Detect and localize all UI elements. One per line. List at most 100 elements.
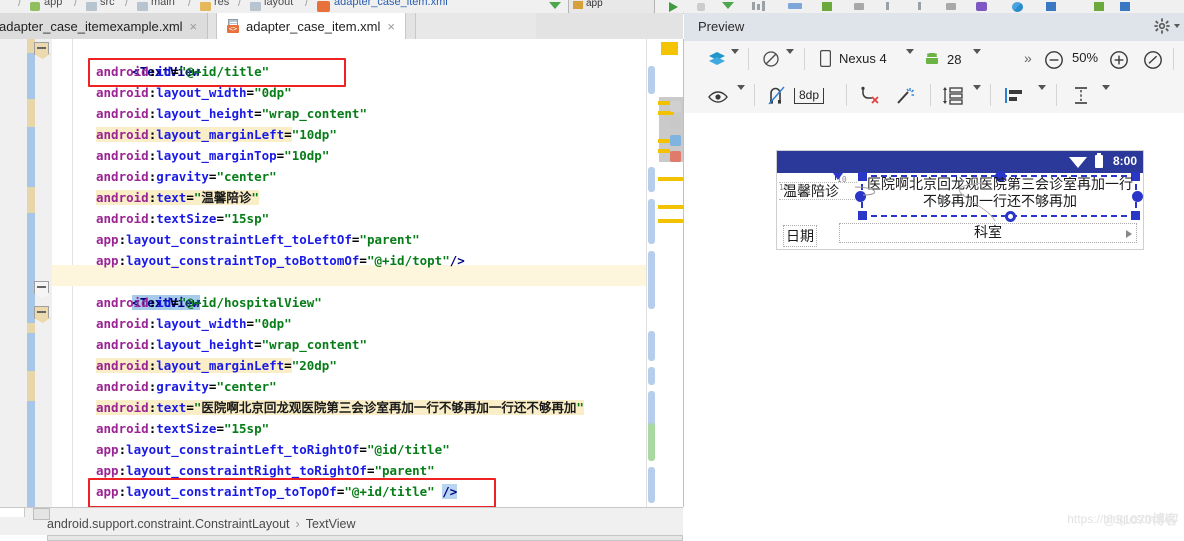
guidelines-button[interactable] [1072,83,1090,107]
error-stripe[interactable] [646,39,683,507]
show-constraints-button[interactable] [708,85,728,109]
widget-dept[interactable]: 科室 [839,223,1137,243]
code-token-value: @+id/title [351,484,428,499]
autoconnect-button[interactable] [768,83,785,107]
breadcrumb-res[interactable]: res [214,0,229,8]
show-constraints-caret-icon[interactable] [737,85,745,90]
code-token-value: 医院啊北京回龙观医院第三会诊室再加一行不够再加一行还不够再加 [201,400,577,415]
orientation-button[interactable] [762,47,780,71]
clear-constraints-icon [861,86,879,104]
clear-constraints-button[interactable] [860,83,880,107]
align-caret-icon[interactable] [1038,85,1046,90]
code-line: android:layout_marginLeft="10dp" [96,127,337,142]
inspection-icon-2[interactable] [670,117,681,128]
code-token-attr: layout_constraintTop_toTopOf [126,484,337,499]
code-fold-toggle[interactable] [34,281,49,296]
sdk-manager-icon[interactable] [1094,2,1104,11]
sync-gradle-icon[interactable] [822,2,832,11]
inspection-icon-3[interactable] [670,135,681,146]
toolbar-overflow-icon[interactable]: » [1024,50,1032,66]
preview-canvas[interactable]: 8:00 10 10 温馨陪诊 医院啊北京回龙观医院第三会诊室再加一行 不够再加… [684,113,1184,540]
zoom-out-button[interactable] [1044,48,1064,72]
profile-icon[interactable] [752,2,755,10]
layout-inspector-icon[interactable] [946,3,956,10]
code-fold-toggle[interactable] [34,42,49,57]
widget-title[interactable]: 温馨陪诊 [783,181,839,201]
align-button[interactable] [1004,83,1026,107]
breadcrumb-src[interactable]: src [100,0,115,8]
run-config-label: app [586,0,603,9]
breadcrumb-app[interactable]: app [44,0,62,8]
breadcrumb-sep: / [188,0,192,9]
sdk-icon[interactable] [918,2,921,10]
pack-caret-icon[interactable] [973,85,981,90]
apply-changes-icon[interactable] [697,3,705,11]
default-margin-button[interactable]: 8dp [794,84,825,108]
resize-handle-br[interactable] [1131,211,1140,220]
code-token-value: parent [366,232,413,247]
widget-date[interactable]: 日期 [783,225,817,247]
run-configuration-selector[interactable]: app [568,0,655,13]
breadcrumb-textview[interactable]: TextView [306,517,356,531]
zoom-in-button[interactable] [1109,48,1129,72]
tab-adapter-case-itemexample[interactable]: adapter_case_itemexample.xml × [0,13,209,39]
pack-button[interactable] [942,83,964,107]
run-icon[interactable] [669,2,678,12]
debug-icon[interactable] [722,2,734,9]
zoom-fit-button[interactable] [1143,48,1163,72]
editor-breadcrumb-bar: android.support.constraint.ConstraintLay… [0,507,683,541]
widget-hospitalview[interactable]: 医院啊北京回龙观医院第三会诊室再加一行 不够再加一行还不够再加 [865,177,1135,211]
code-token-attr: text [156,400,187,415]
device-render[interactable]: 8:00 10 10 温馨陪诊 医院啊北京回龙观医院第三会诊室再加一行 不够再加… [776,150,1144,250]
code-line: android:id="@+id/hospitalView" [96,295,322,310]
inspection-icon[interactable] [670,101,681,112]
gear-icon[interactable] [1154,18,1170,37]
code-line: android:layout_height="wrap_content" [96,106,367,121]
design-mode-button[interactable] [708,47,726,71]
code-token-attr: text [156,190,187,205]
device-clock: 8:00 [1112,154,1137,168]
guidelines-caret-icon[interactable] [1102,85,1110,90]
widget-hospitalview-line1: 医院啊北京回龙观医院第三会诊室再加一行 [867,177,1133,193]
breadcrumb-main[interactable]: main [151,0,175,8]
code-line-selected: <TextView [72,271,200,310]
horizontal-scrollbar[interactable] [47,535,683,541]
orientation-caret-icon[interactable] [786,49,794,54]
tab-close-icon[interactable]: × [190,20,198,33]
search-icon[interactable] [1120,2,1130,11]
tab-close-icon[interactable]: × [387,20,395,33]
code-token-attr: gravity [156,379,209,394]
api-caret-icon[interactable] [973,49,981,54]
dropdown-caret-icon[interactable] [549,2,561,9]
api-selector[interactable]: 28 [924,47,961,71]
folder-icon [250,2,261,11]
preview-toolbar-row-1: Nexus 4 28 » 50% [684,41,1184,78]
code-fold-toggle[interactable] [34,306,49,321]
infer-constraints-button[interactable] [896,83,916,107]
breadcrumb-layout[interactable]: layout [264,0,293,8]
code-token-attr: id [156,295,172,310]
code-token-value: 20dp [299,358,330,373]
chevron-down-icon[interactable] [1174,24,1180,28]
code-token-attr: textSize [156,211,217,226]
code-editor[interactable]: <TextView android:id="@+id/title" androi… [0,39,684,507]
code-token-value: 15sp [231,421,262,436]
avd-icon[interactable] [886,2,889,10]
breadcrumb-constraintlayout[interactable]: android.support.constraint.ConstraintLay… [47,517,290,531]
sync-project-icon[interactable] [1012,2,1023,12]
breadcrumb-file[interactable]: adapter_case_item.xml [334,0,448,8]
code-token-attr: layout_constraintRight_toRightOf [126,463,367,478]
device-caret-icon[interactable] [906,49,914,54]
design-mode-caret-icon[interactable] [731,49,739,54]
tab-adapter-case-item[interactable]: <> adapter_case_item.xml × [216,13,406,39]
constraint-anchor-bottom[interactable] [1005,211,1016,222]
code-token-value: 10dp [299,127,330,142]
attach-debugger-icon[interactable] [788,3,802,9]
device-file-explorer-icon[interactable] [976,2,987,11]
device-selector[interactable]: Nexus 4 [820,46,887,70]
code-text-area[interactable]: <TextView android:id="@+id/title" androi… [52,39,683,507]
inspection-icon-4[interactable] [670,151,681,162]
resize-handle-bl[interactable] [858,211,867,220]
stop-icon[interactable] [854,3,864,10]
avd-manager-icon[interactable] [1046,2,1056,11]
